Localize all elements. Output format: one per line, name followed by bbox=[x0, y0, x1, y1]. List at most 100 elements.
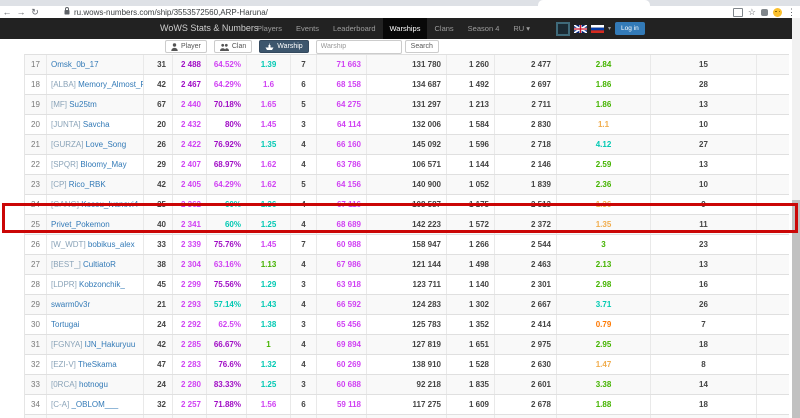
scrollbar-thumb[interactable] bbox=[792, 200, 800, 418]
url-text[interactable]: ru.wows-numbers.com/ship/3553572560,ARP-… bbox=[74, 8, 268, 17]
avg-xp-cell: 1 052 bbox=[447, 175, 495, 194]
search-input[interactable] bbox=[315, 39, 402, 54]
player-link[interactable]: swarm0v3r bbox=[51, 300, 90, 309]
avg-xp-cell: 1 651 bbox=[447, 335, 495, 354]
player-link[interactable]: Privet_Pokemon bbox=[51, 220, 110, 229]
flag-uk-icon[interactable] bbox=[574, 24, 587, 33]
clan-tag[interactable]: [C-A] bbox=[51, 400, 71, 409]
frags-per-battle-cell: 1.39 bbox=[247, 55, 291, 74]
filler-cell bbox=[757, 295, 789, 314]
player-link[interactable]: Su25tm bbox=[69, 100, 97, 109]
max-xp-cell: 2 630 bbox=[495, 355, 557, 374]
nav-items: Players Events Leaderboard Warships Clans Sea… bbox=[250, 18, 537, 39]
player-link[interactable]: Savcha bbox=[83, 120, 110, 129]
theme-toggle-icon[interactable] bbox=[556, 21, 570, 36]
rank-cell: 29 bbox=[25, 295, 47, 314]
nav-item-ru-[interactable]: RU ▾ bbox=[506, 18, 537, 39]
frags-per-battle-cell: 1.36 bbox=[247, 195, 291, 214]
player-link[interactable]: TheSkama bbox=[78, 360, 117, 369]
clan-tag[interactable]: [EZI-V] bbox=[51, 360, 78, 369]
max-xp-cell: 2 477 bbox=[495, 55, 557, 74]
max-damage-cell: 132 006 bbox=[367, 115, 447, 134]
search-tab-clan[interactable]: Clan bbox=[213, 40, 253, 53]
clan-tag[interactable]: [LDPR] bbox=[51, 280, 79, 289]
player-cell: [BEST_] CultiatoR bbox=[47, 255, 144, 274]
max-frags-cell: 3 bbox=[291, 315, 317, 334]
search-button[interactable]: Search bbox=[404, 40, 439, 53]
back-icon[interactable]: ← bbox=[0, 7, 14, 17]
frags-per-battle-cell: 1.35 bbox=[247, 135, 291, 154]
clan-tag[interactable]: [W_WDT] bbox=[51, 240, 88, 249]
player-link[interactable]: Tortugai bbox=[51, 320, 79, 329]
forward-icon[interactable]: → bbox=[14, 7, 28, 17]
player-link[interactable]: bobikus_alex bbox=[88, 240, 135, 249]
profile-avatar[interactable] bbox=[773, 7, 782, 17]
clan-tag[interactable]: [MF] bbox=[51, 100, 69, 109]
player-link[interactable]: Memory_Almost_Full bbox=[78, 80, 143, 89]
kd-ratio-cell: 1.1 bbox=[557, 115, 651, 134]
max-xp-cell: 2 975 bbox=[495, 335, 557, 354]
clan-tag[interactable]: [BEST_] bbox=[51, 260, 83, 269]
avg-xp-cell: 1 213 bbox=[447, 95, 495, 114]
avg-damage-cell: 71 663 bbox=[317, 55, 367, 74]
max-frags-cell: 4 bbox=[291, 255, 317, 274]
battles-cell: 29 bbox=[144, 155, 173, 174]
clan-tag[interactable]: [0RCA] bbox=[51, 380, 79, 389]
player-link[interactable]: CultiatoR bbox=[83, 260, 116, 269]
clan-tag[interactable]: [ALBA] bbox=[51, 80, 78, 89]
share-icon[interactable] bbox=[732, 7, 743, 17]
player-cell: Omsk_0b_17 bbox=[47, 55, 144, 74]
max-damage-cell: 106 571 bbox=[367, 155, 447, 174]
avg-damage-cell: 64 156 bbox=[317, 175, 367, 194]
language-caret-icon[interactable]: ▾ bbox=[608, 25, 611, 32]
pr-rating-cell: 2 422 bbox=[173, 135, 207, 154]
max-frags-cell: 7 bbox=[291, 55, 317, 74]
clan-tag[interactable]: [CP] bbox=[51, 180, 69, 189]
refresh-icon[interactable]: ↻ bbox=[28, 7, 42, 18]
search-tab-player[interactable]: Player bbox=[165, 40, 207, 53]
filler-cell bbox=[757, 355, 789, 374]
site-brand[interactable]: WoWS Stats & Numbers bbox=[160, 18, 258, 39]
rank-cell: 27 bbox=[25, 255, 47, 274]
player-link[interactable]: Rico_RBK bbox=[69, 180, 106, 189]
nav-item-clans[interactable]: Clans bbox=[427, 18, 460, 39]
kd-ratio-cell: 2.13 bbox=[557, 255, 651, 274]
clan-tag[interactable]: [FGNYA] bbox=[51, 340, 85, 349]
search-tab-warship[interactable]: Warship bbox=[259, 40, 309, 53]
clan-tag[interactable]: [SPQR] bbox=[51, 160, 80, 169]
player-link[interactable]: Bloomy_May bbox=[80, 160, 126, 169]
player-cell: swarm0v3r bbox=[47, 295, 144, 314]
frags-per-battle-cell: 1.29 bbox=[247, 275, 291, 294]
clan-tag[interactable]: [GANG] bbox=[51, 200, 81, 209]
avg-damage-cell: 63 786 bbox=[317, 155, 367, 174]
login-button[interactable]: Log in bbox=[615, 22, 645, 35]
player-cell: [C-A] _OBLOM___ bbox=[47, 395, 144, 414]
max-xp-cell: 2 513 bbox=[495, 195, 557, 214]
player-link[interactable]: Kocou_Ivanovi4 bbox=[81, 200, 138, 209]
nav-item-leaderboard[interactable]: Leaderboard bbox=[326, 18, 383, 39]
player-link[interactable]: IJN_Hakuryuu bbox=[85, 340, 136, 349]
nav-item-season-4[interactable]: Season 4 bbox=[461, 18, 507, 39]
player-link[interactable]: Love_Song bbox=[86, 140, 126, 149]
clan-tag[interactable]: [GURZA] bbox=[51, 140, 86, 149]
rank-cell: 30 bbox=[25, 315, 47, 334]
max-damage-cell: 131 297 bbox=[367, 95, 447, 114]
player-link[interactable]: _OBLOM___ bbox=[71, 400, 118, 409]
player-link[interactable]: Kobzonchik_ bbox=[79, 280, 125, 289]
flag-ru-icon[interactable] bbox=[591, 24, 604, 33]
filler-cell bbox=[757, 315, 789, 334]
player-link[interactable]: Omsk_0b_17 bbox=[51, 60, 99, 69]
player-link[interactable]: hotnogu bbox=[79, 380, 108, 389]
player-cell: [JUNTA] Savcha bbox=[47, 115, 144, 134]
battles-cell: 24 bbox=[144, 375, 173, 394]
avg-damage-cell: 67 116 bbox=[317, 195, 367, 214]
nav-item-warships[interactable]: Warships bbox=[382, 18, 428, 39]
browser-menu-icon[interactable]: ⋮ bbox=[787, 6, 796, 18]
star-icon[interactable]: ☆ bbox=[748, 6, 756, 18]
avg-damage-cell: 60 988 bbox=[317, 235, 367, 254]
clan-tag[interactable]: [JUNTA] bbox=[51, 120, 83, 129]
nav-item-players[interactable]: Players bbox=[250, 18, 289, 39]
extensions-icon[interactable] bbox=[761, 8, 768, 16]
pr-rating-cell: 2 341 bbox=[173, 215, 207, 234]
nav-item-events[interactable]: Events bbox=[289, 18, 326, 39]
